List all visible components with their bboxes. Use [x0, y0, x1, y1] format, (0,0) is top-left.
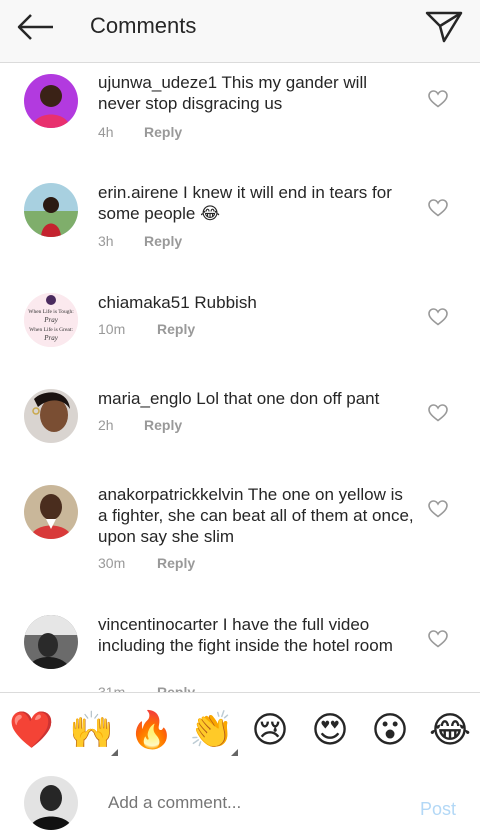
comment-composer: Post [0, 767, 480, 834]
comment-meta: 4h Reply [98, 124, 182, 140]
avatar-quote-line: When Life is Tough: [28, 308, 74, 315]
avatar [24, 776, 78, 830]
fire-emoji-button[interactable]: 🔥 [129, 709, 174, 751]
like-heart-icon[interactable] [428, 500, 448, 518]
post-button[interactable]: Post [420, 799, 456, 820]
comment-username[interactable]: vincentinocarter [98, 615, 218, 634]
reply-button[interactable]: Reply [157, 555, 195, 571]
like-heart-icon[interactable] [428, 308, 448, 326]
heart-eyes-emoji-button[interactable]: 😍 [309, 709, 351, 751]
like-heart-icon[interactable] [428, 630, 448, 648]
avatar[interactable]: When Life is Tough: Pray When Life is Gr… [24, 293, 78, 347]
top-bar: Comments [0, 0, 480, 63]
comment-username[interactable]: ujunwa_udeze1 [98, 73, 217, 92]
back-arrow-icon[interactable] [16, 12, 56, 42]
crying-emoji-button[interactable]: 😢 [249, 709, 291, 751]
comment-list[interactable]: ujunwa_udeze1 This my gander will never … [0, 62, 480, 692]
avatar-quote-line: When Life is Great: [29, 326, 73, 333]
comment-meta: 31m Reply [98, 684, 195, 692]
comment-text: vincentinocarter I have the full video i… [98, 614, 414, 656]
comment-time: 10m [98, 321, 126, 337]
like-heart-icon[interactable] [428, 404, 448, 422]
avatar-quote-line: Pray [43, 334, 59, 342]
comment-input[interactable] [108, 793, 398, 813]
comment-text: chiamaka51 Rubbish [98, 292, 414, 313]
laughing-emoji-button[interactable]: 😂 [429, 709, 471, 751]
comment-body: Rubbish [189, 293, 257, 312]
comment-username[interactable]: erin.airene [98, 183, 178, 202]
comment-time: 2h [98, 417, 114, 433]
reply-button[interactable]: Reply [144, 417, 182, 433]
comment-text: erin.airene I knew it will end in tears … [98, 182, 414, 224]
comment-body: Lol that one don off pant [191, 389, 380, 408]
comment-time: 30m [98, 555, 126, 571]
surprised-emoji-button[interactable]: 😮 [369, 709, 411, 751]
avatar[interactable] [24, 615, 78, 669]
comment-meta: 3h Reply [98, 233, 182, 249]
raised-hands-emoji-button[interactable]: 🙌 [69, 709, 114, 751]
page-title: Comments [90, 13, 197, 38]
reply-button[interactable]: Reply [157, 321, 195, 337]
direct-send-icon[interactable] [424, 8, 464, 44]
comment-time: 31m [98, 684, 126, 692]
reply-button[interactable]: Reply [157, 684, 195, 692]
like-heart-icon[interactable] [428, 90, 448, 108]
comment-time: 3h [98, 233, 114, 249]
comment-text: anakorpatrickkelvin The one on yellow is… [98, 484, 414, 547]
comment-meta: 10m Reply [98, 321, 195, 337]
comment-text: maria_englo Lol that one don off pant [98, 388, 414, 409]
comment-username[interactable]: chiamaka51 [98, 293, 190, 312]
emoji-quick-bar: ❤️ 🙌 🔥 👏 😢 😍 😮 😂 [0, 692, 480, 768]
comment-username[interactable]: maria_englo [98, 389, 192, 408]
comment-time: 4h [98, 124, 114, 140]
like-heart-icon[interactable] [428, 199, 448, 217]
comment-text: ujunwa_udeze1 This my gander will never … [98, 72, 414, 114]
comment-meta: 2h Reply [98, 417, 182, 433]
avatar-quote-line: Pray [43, 316, 59, 324]
comment-meta: 30m Reply [98, 555, 195, 571]
reply-button[interactable]: Reply [144, 124, 182, 140]
avatar[interactable] [24, 74, 78, 128]
avatar[interactable] [24, 183, 78, 237]
reply-button[interactable]: Reply [144, 233, 182, 249]
avatar[interactable] [24, 389, 78, 443]
avatar[interactable] [24, 485, 78, 539]
heart-emoji-button[interactable]: ❤️ [9, 709, 54, 751]
clap-emoji-button[interactable]: 👏 [189, 709, 234, 751]
skin-tone-indicator-icon [231, 749, 238, 756]
comment-username[interactable]: anakorpatrickkelvin [98, 485, 244, 504]
skin-tone-indicator-icon [111, 749, 118, 756]
